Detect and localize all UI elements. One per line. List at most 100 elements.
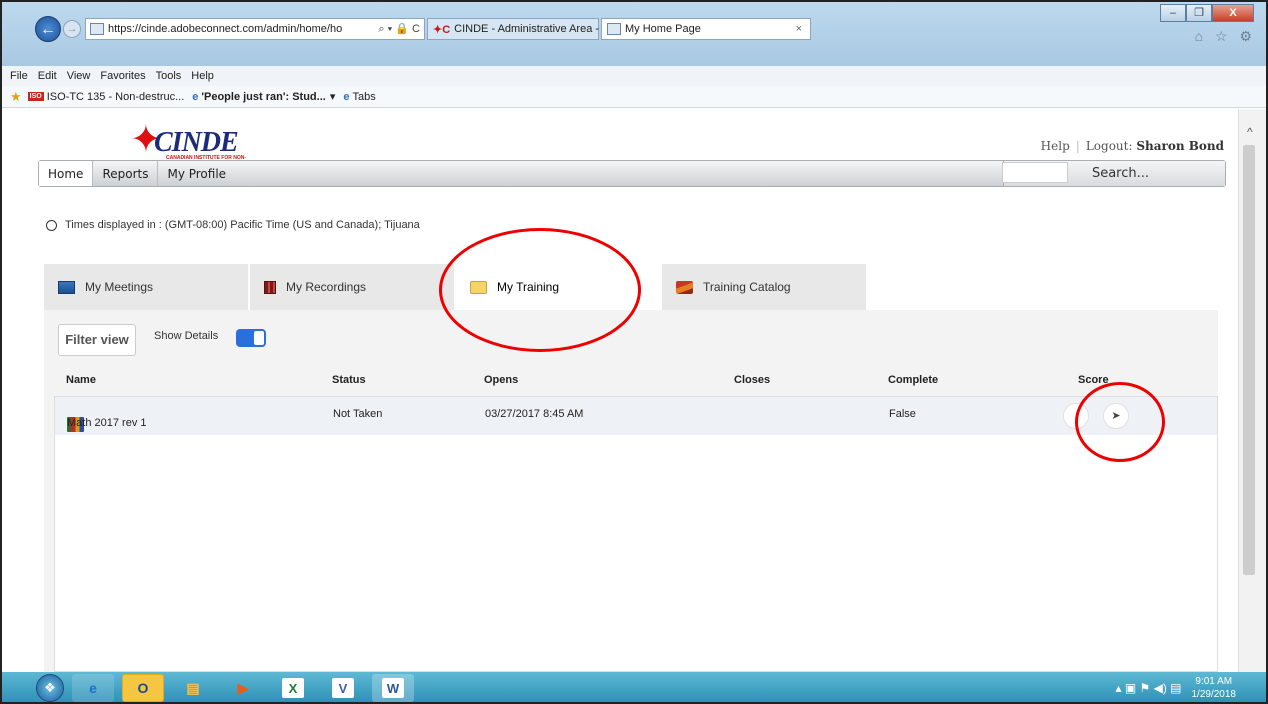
table-body: Math 2017 rev 1 Not Taken 03/27/2017 8:4… — [54, 396, 1218, 672]
menu-edit[interactable]: Edit — [38, 70, 57, 82]
row-action-button[interactable] — [1063, 403, 1089, 429]
ie-page-icon: e — [343, 90, 350, 103]
page-tabs: My Meetings My Recordings My Training Tr… — [44, 264, 868, 310]
tab-label: Training Catalog — [703, 280, 791, 294]
url-text[interactable]: https://cinde.adobeconnect.com/admin/hom… — [108, 23, 374, 35]
address-bar[interactable]: https://cinde.adobeconnect.com/admin/hom… — [85, 18, 425, 40]
table-header: Name Status Opens Closes Complete Score — [44, 374, 1218, 394]
user-name: Sharon Bond — [1136, 139, 1224, 153]
search-label[interactable]: Search... — [1092, 166, 1149, 181]
page-icon — [90, 23, 104, 35]
column-closes[interactable]: Closes — [734, 374, 770, 386]
outlook-icon[interactable]: O — [122, 674, 164, 702]
nav-home[interactable]: Home — [39, 161, 94, 186]
back-arrow-icon[interactable]: ← — [35, 16, 61, 42]
system-tray: ▴ ▣ ⚑ ◀) ▤ 9:01 AM 1/29/2018 — [1115, 675, 1236, 701]
tab-my-recordings[interactable]: My Recordings — [250, 264, 456, 310]
tab-training-catalog[interactable]: Training Catalog — [662, 264, 868, 310]
iso-favicon-icon: ISO — [27, 92, 44, 101]
browser-tab-cinde-admin[interactable]: ✦C CINDE - Administrative Area - ... — [427, 18, 611, 40]
divider: | — [1075, 139, 1080, 153]
search-area[interactable]: Search... — [1002, 161, 1225, 186]
restore-button[interactable]: ❐ — [1186, 4, 1212, 22]
address-controls[interactable]: ⌕ ▾ 🔒 C — [378, 22, 420, 36]
column-opens[interactable]: Opens — [484, 374, 518, 386]
tray-icons[interactable]: ▴ ▣ ⚑ ◀) ▤ — [1115, 681, 1181, 695]
favorites-star-icon[interactable]: ★ — [10, 89, 22, 105]
chevron-down-icon[interactable]: ▾ — [330, 90, 336, 103]
word-icon[interactable]: W — [372, 674, 414, 702]
books-icon — [676, 280, 693, 294]
send-arrow-icon[interactable]: ➤ — [1103, 403, 1129, 429]
scroll-up-icon[interactable]: ^ — [1247, 125, 1253, 139]
start-button-icon[interactable]: ❖ — [36, 674, 64, 702]
screenshot-frame: – ❐ X ← → https://cinde.adobeconnect.com… — [0, 0, 1268, 704]
toggle-knob — [254, 331, 264, 345]
table-row[interactable]: Math 2017 rev 1 Not Taken 03/27/2017 8:4… — [55, 397, 1217, 435]
tray-date: 1/29/2018 — [1191, 689, 1237, 700]
browser-tab-my-home-page[interactable]: My Home Page × — [601, 18, 811, 40]
menu-help[interactable]: Help — [191, 70, 214, 82]
row-status: Not Taken — [333, 408, 383, 420]
page-content: ✦ CINDE CANADIAN INSTITUTE FOR NON-DESTR… — [2, 109, 1238, 672]
tab-label: My Recordings — [286, 280, 367, 294]
page-scrollbar[interactable]: ^ — [1238, 109, 1266, 672]
excel-icon[interactable]: X — [272, 674, 314, 702]
favorite-tabs[interactable]: Tabs — [352, 91, 375, 103]
menu-file[interactable]: File — [10, 70, 28, 82]
scroll-thumb[interactable] — [1243, 145, 1255, 575]
tab-label: My Meetings — [85, 280, 154, 294]
filter-view-button[interactable]: Filter view — [58, 324, 136, 356]
media-player-icon[interactable]: ▶ — [222, 674, 264, 702]
page-favicon-icon — [607, 23, 621, 35]
course-name[interactable]: Math 2017 rev 1 — [67, 417, 147, 429]
column-score[interactable]: Score — [1078, 374, 1109, 386]
tab-label: My Training — [497, 280, 560, 294]
column-status[interactable]: Status — [332, 374, 366, 386]
row-complete: False — [889, 408, 916, 420]
show-details-label: Show Details — [154, 330, 219, 342]
timezone-text: Times displayed in : (GMT-08:00) Pacific… — [65, 219, 420, 231]
windows-taskbar: ❖ e O ▤ ▶ X V W ▴ ▣ ⚑ ◀) ▤ 9:01 AM 1/29/… — [2, 672, 1266, 702]
visio-glyph: V — [332, 678, 354, 698]
favorite-people-just-ran[interactable]: 'People just ran': Stud... — [201, 91, 325, 103]
column-name[interactable]: Name — [66, 374, 96, 386]
tab-label: My Home Page — [625, 23, 701, 35]
close-button[interactable]: X — [1212, 4, 1254, 22]
cinde-favicon-icon: ✦C — [433, 23, 451, 36]
menu-bar: File Edit View Favorites Tools Help — [2, 66, 1266, 86]
menu-favorites[interactable]: Favorites — [100, 70, 145, 82]
home-favorites-settings-icons[interactable]: ⌂ ☆ ⚙ — [1195, 28, 1256, 45]
nav-reports[interactable]: Reports — [93, 161, 159, 186]
cinde-logo[interactable]: ✦ CINDE CANADIAN INSTITUTE FOR NON-DESTR… — [130, 121, 260, 167]
column-complete[interactable]: Complete — [888, 374, 938, 386]
logout-link[interactable]: Logout: — [1086, 139, 1133, 153]
site-navbar: Home Reports My Profile Search... — [38, 160, 1226, 187]
menu-tools[interactable]: Tools — [156, 70, 182, 82]
favorite-iso-tc135[interactable]: ISO-TC 135 - Non-destruc... — [47, 91, 185, 103]
excel-glyph: X — [282, 678, 304, 698]
forward-arrow-icon[interactable]: → — [63, 20, 81, 38]
tab-label: CINDE - Administrative Area - ... — [454, 23, 612, 35]
clock-icon — [46, 219, 57, 231]
window-controls: – ❐ X — [1160, 4, 1254, 22]
menu-view[interactable]: View — [67, 70, 91, 82]
minimize-button[interactable]: – — [1160, 4, 1186, 22]
help-link[interactable]: Help — [1041, 139, 1070, 153]
file-explorer-icon[interactable]: ▤ — [172, 674, 214, 702]
user-links: Help | Logout: Sharon Bond — [1041, 139, 1224, 153]
browser-titlebar: – ❐ X ← → https://cinde.adobeconnect.com… — [2, 2, 1266, 66]
internet-explorer-icon[interactable]: e — [72, 674, 114, 702]
tab-my-meetings[interactable]: My Meetings — [44, 264, 250, 310]
tray-clock[interactable]: 9:01 AM 1/29/2018 — [1192, 675, 1237, 701]
ie-page-icon: e — [192, 90, 199, 103]
show-details-toggle[interactable] — [236, 329, 266, 347]
search-input[interactable] — [1002, 162, 1068, 183]
tab-my-training[interactable]: My Training — [456, 264, 662, 310]
meeting-icon — [58, 280, 75, 294]
nav-my-profile[interactable]: My Profile — [158, 161, 235, 186]
row-opens: 03/27/2017 8:45 AM — [485, 408, 584, 420]
tab-close-icon[interactable]: × — [796, 23, 802, 35]
visio-icon[interactable]: V — [322, 674, 364, 702]
word-glyph: W — [382, 678, 404, 698]
